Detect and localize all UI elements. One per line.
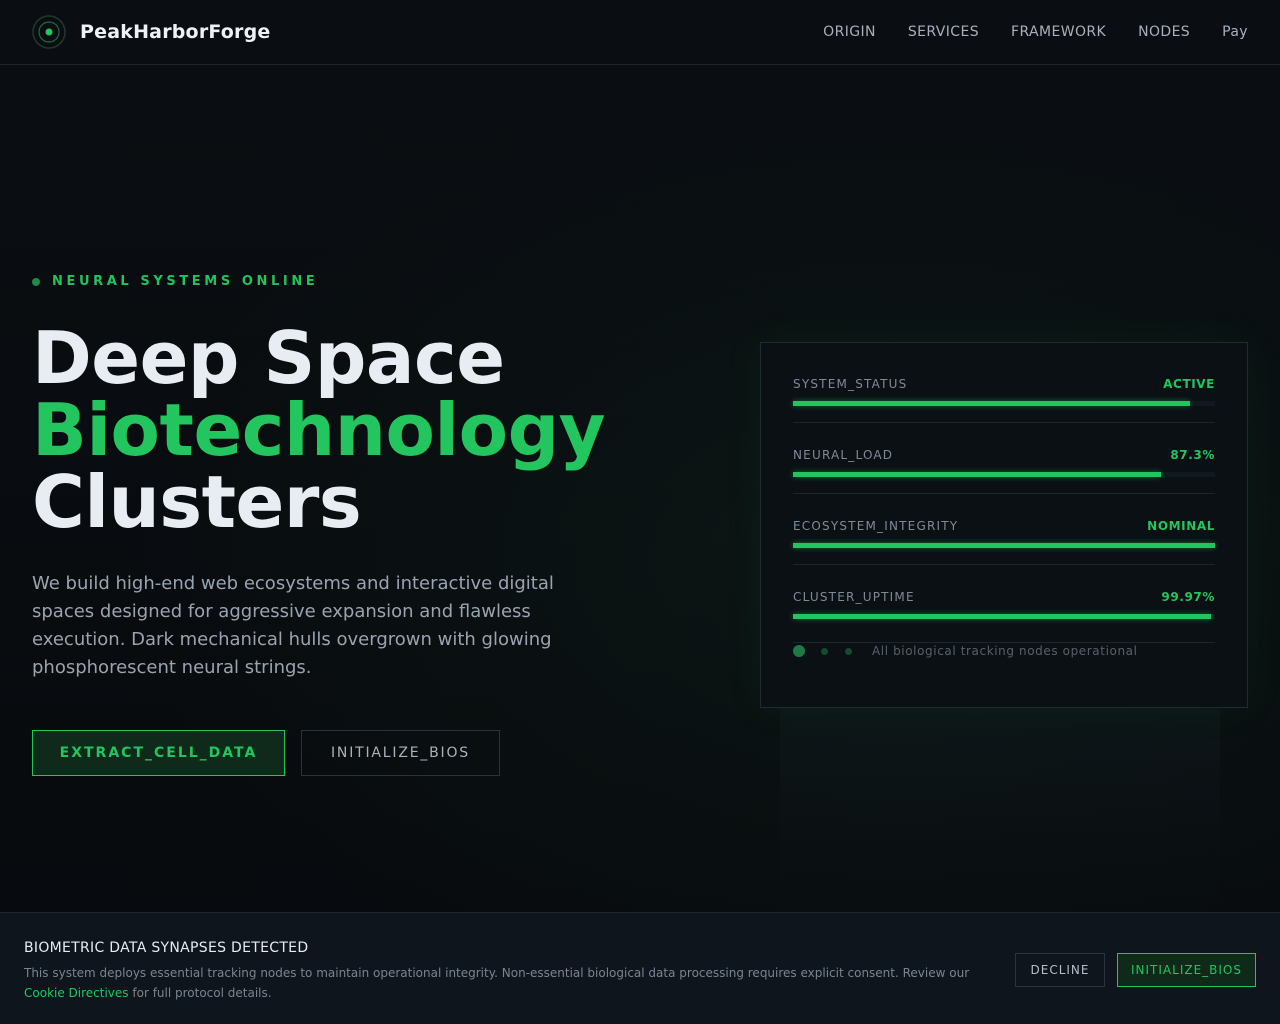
status-indicator: NEURAL SYSTEMS ONLINE <box>32 274 318 289</box>
nav-item-origin[interactable]: ORIGIN <box>823 24 876 40</box>
hero-title: Deep Space Biotechnology Clusters <box>32 316 606 544</box>
cookie-text-after: for full protocol details. <box>132 986 272 1000</box>
extract-cell-data-button[interactable]: EXTRACT_CELL_DATA <box>32 730 285 776</box>
progress-track <box>793 614 1215 619</box>
progress-fill <box>793 401 1190 406</box>
panel-footer: All biological tracking nodes operationa… <box>793 642 1215 660</box>
brand-name: PeakHarborForge <box>80 21 271 43</box>
metric-label: ECOSYSTEM_INTEGRITY <box>793 519 959 533</box>
site-header: PeakHarborForge ORIGIN SERVICES FRAMEWOR… <box>0 0 1280 65</box>
progress-track <box>793 472 1215 477</box>
main-nav: ORIGIN SERVICES FRAMEWORK NODES Pay <box>823 0 1248 64</box>
cookie-banner: BIOMETRIC DATA SYNAPSES DETECTED This sy… <box>0 912 1280 1024</box>
metric-ecosystem-integrity: ECOSYSTEM_INTEGRITY NOMINAL <box>793 518 1215 589</box>
hero-title-line-1: Deep Space <box>32 316 505 400</box>
cookie-text: This system deploys essential tracking n… <box>24 963 984 1003</box>
status-dot-icon <box>32 277 40 286</box>
metric-label: CLUSTER_UPTIME <box>793 590 915 604</box>
decline-button[interactable]: DECLINE <box>1015 953 1105 987</box>
nav-item-pay[interactable]: Pay <box>1222 24 1248 40</box>
nav-item-services[interactable]: SERVICES <box>908 24 979 40</box>
node-status-dot-icon <box>845 647 852 655</box>
node-status-dot-icon <box>793 645 805 657</box>
progress-track <box>793 543 1215 548</box>
system-metrics-panel: SYSTEM_STATUS ACTIVE NEURAL_LOAD 87.3% E… <box>760 342 1248 708</box>
node-status-dot-icon <box>821 647 828 655</box>
hero-title-line-2: Biotechnology <box>32 388 606 472</box>
progress-track <box>793 401 1215 406</box>
metric-label: SYSTEM_STATUS <box>793 377 908 391</box>
hero-title-line-3: Clusters <box>32 460 362 544</box>
divider <box>793 422 1215 423</box>
divider <box>793 493 1215 494</box>
nav-item-framework[interactable]: FRAMEWORK <box>1011 24 1106 40</box>
status-text: NEURAL SYSTEMS ONLINE <box>52 274 319 289</box>
hero-description: We build high-end web ecosystems and int… <box>32 573 554 678</box>
cookie-text-before: This system deploys essential tracking n… <box>24 966 970 980</box>
metric-value: NOMINAL <box>1147 519 1215 533</box>
metric-system-status: SYSTEM_STATUS ACTIVE <box>793 376 1215 447</box>
progress-fill <box>793 543 1215 548</box>
metric-value: 87.3% <box>1170 448 1215 462</box>
metric-label: NEURAL_LOAD <box>793 448 894 462</box>
metric-value: 99.97% <box>1161 590 1215 604</box>
light-beam <box>780 708 1020 913</box>
metric-neural-load: NEURAL_LOAD 87.3% <box>793 447 1215 518</box>
metric-value: ACTIVE <box>1163 377 1215 391</box>
progress-fill <box>793 472 1162 477</box>
progress-fill <box>793 614 1211 619</box>
initialize-bios-button[interactable]: INITIALIZE_BIOS <box>301 730 500 776</box>
panel-footer-text: All biological tracking nodes operationa… <box>872 644 1138 658</box>
cookie-title: BIOMETRIC DATA SYNAPSES DETECTED <box>24 940 309 956</box>
radar-target-icon <box>32 15 66 49</box>
divider <box>793 564 1215 565</box>
cookie-directives-link[interactable]: Cookie Directives <box>24 986 129 1000</box>
nav-item-nodes[interactable]: NODES <box>1138 24 1190 40</box>
light-beam <box>1020 708 1220 913</box>
cookie-initialize-bios-button[interactable]: INITIALIZE_BIOS <box>1117 953 1256 987</box>
brand[interactable]: PeakHarborForge <box>32 14 271 50</box>
